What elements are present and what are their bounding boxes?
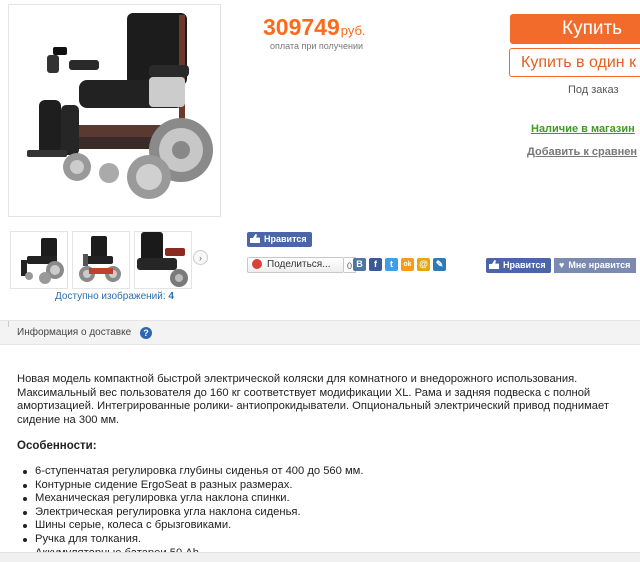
list-item: Шины серые, колеса с брызговиками. xyxy=(17,519,363,533)
availability-status: Под заказ xyxy=(568,84,619,96)
price-value: 309749 xyxy=(263,14,340,40)
store-availability-link[interactable]: Наличие в магазин xyxy=(531,123,635,135)
features-list: 6-ступенчатая регулировка глубины сидень… xyxy=(17,465,363,560)
facebook-like-button-2[interactable]: Нравится xyxy=(486,258,551,273)
list-item: 6-ступенчатая регулировка глубины сидень… xyxy=(17,465,363,479)
vk-icon[interactable]: B xyxy=(353,258,366,271)
livejournal-icon[interactable]: ✎ xyxy=(433,258,446,271)
help-icon[interactable]: ? xyxy=(140,327,152,339)
gallery-next-arrow[interactable]: › xyxy=(193,250,208,265)
divider xyxy=(8,321,9,327)
share-button[interactable]: Поделиться... xyxy=(247,257,344,273)
buy-one-click-button[interactable]: Купить в один к xyxy=(509,48,640,77)
facebook-like-label: Нравится xyxy=(264,234,307,244)
delivery-info-bar[interactable]: Информация о доставке ? xyxy=(0,320,640,345)
facebook-like-label-2: Нравится xyxy=(503,260,546,270)
heart-icon: ♥ xyxy=(559,260,565,270)
add-to-compare-link[interactable]: Добавить к сравнен xyxy=(527,146,637,158)
share-icon xyxy=(252,259,262,269)
image-count: Доступно изображений: 4 xyxy=(55,291,174,302)
list-item: Ручка для толкания. xyxy=(17,533,363,547)
payment-note: оплата при получении xyxy=(270,41,364,51)
facebook-like-button[interactable]: Нравится xyxy=(247,232,312,247)
product-description: Новая модель компактной быстрой электрич… xyxy=(17,373,609,426)
thumbs-up-icon xyxy=(489,260,499,269)
like-me-label: Мне нравится xyxy=(568,260,631,270)
list-item: Контурные сидение ErgoSeat в разных разм… xyxy=(17,479,363,493)
price-currency: руб. xyxy=(340,23,366,38)
gallery-thumbnail-1[interactable] xyxy=(10,231,68,289)
image-count-value: 4 xyxy=(168,291,174,302)
product-price: 309749руб. xyxy=(263,14,366,41)
facebook-icon[interactable]: f xyxy=(369,258,382,271)
features-title: Особенности: xyxy=(17,440,97,452)
odnoklassniki-icon[interactable]: ok xyxy=(401,258,414,271)
like-me-button[interactable]: ♥ Мне нравится xyxy=(554,258,637,273)
gallery-thumbnail-3[interactable] xyxy=(134,231,192,289)
product-main-image[interactable] xyxy=(8,4,221,217)
twitter-icon[interactable]: t xyxy=(385,258,398,271)
list-item: Механическая регулировка угла наклона сп… xyxy=(17,492,363,506)
image-count-label: Доступно изображений: xyxy=(55,291,166,302)
gallery-thumbnail-2[interactable] xyxy=(72,231,130,289)
share-label: Поделиться... xyxy=(267,259,331,270)
list-item: Электрическая регулировка угла наклона с… xyxy=(17,506,363,520)
delivery-info-label: Информация о доставке xyxy=(17,327,132,338)
mail-ru-icon[interactable]: @ xyxy=(417,258,430,271)
thumbs-up-icon xyxy=(250,234,260,243)
buy-button[interactable]: Купить xyxy=(510,14,640,44)
